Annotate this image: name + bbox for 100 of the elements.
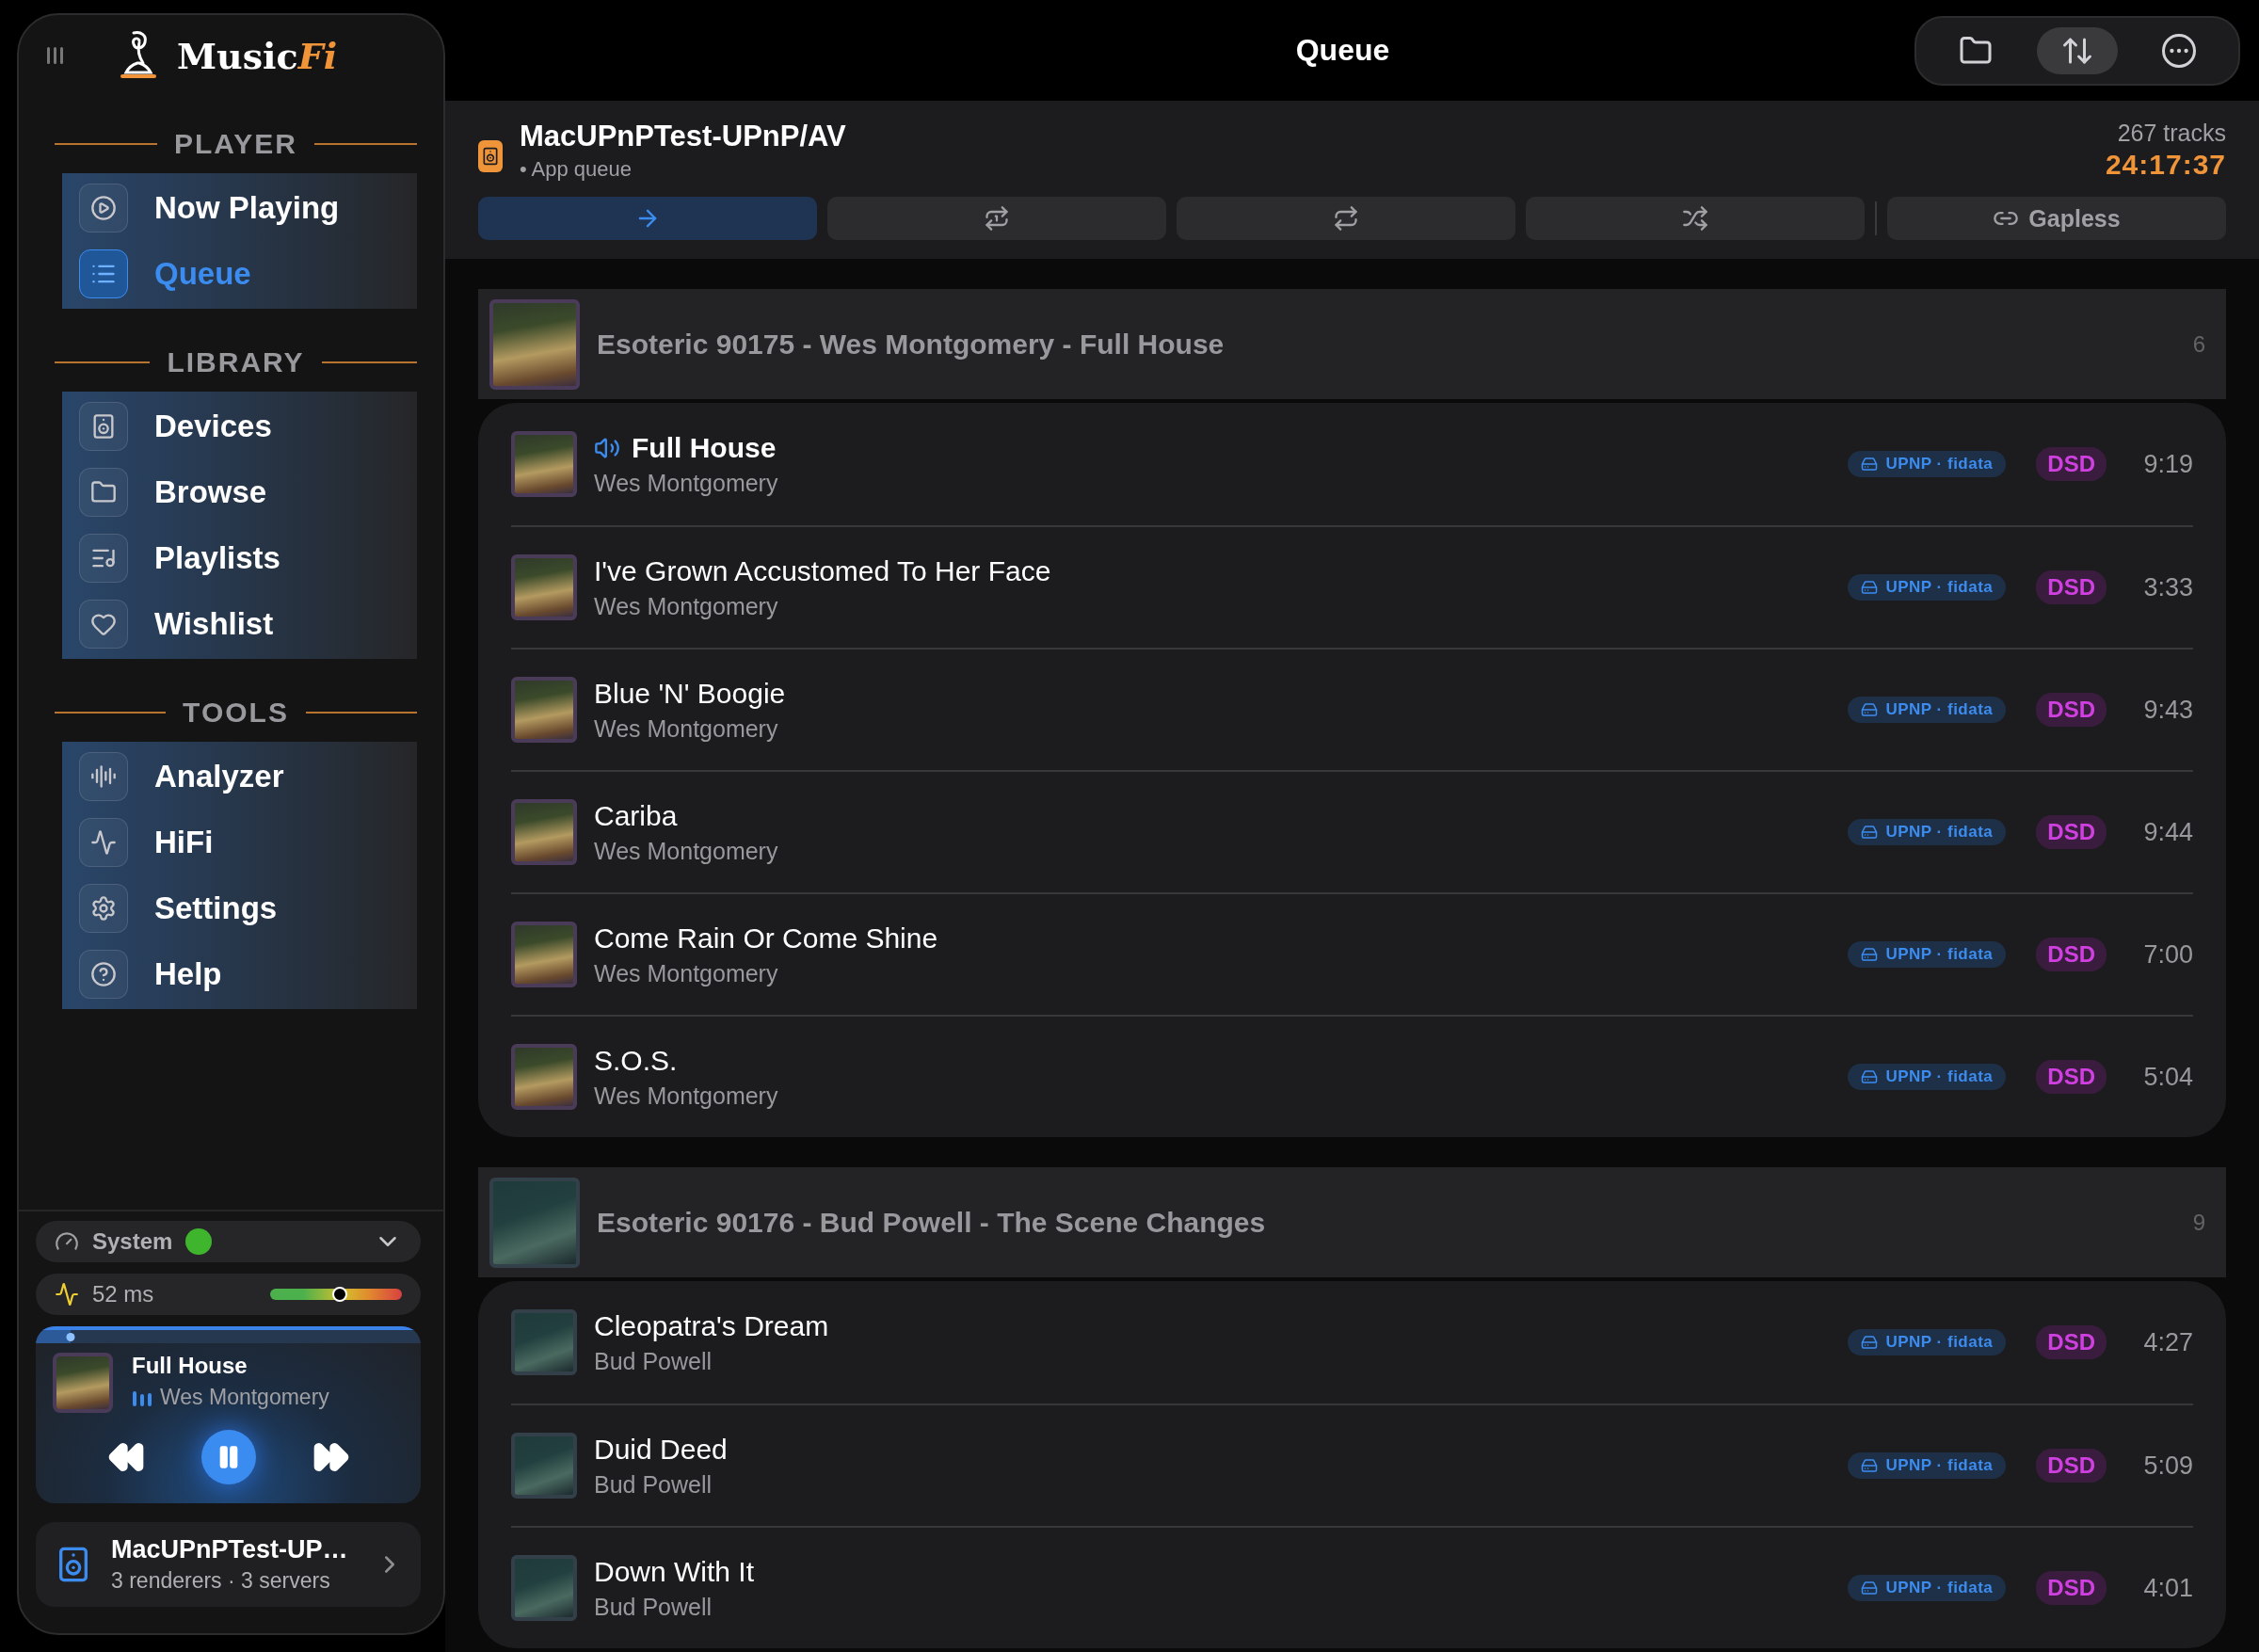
track-title: Cariba <box>594 799 678 832</box>
nav-item-icon <box>79 184 128 233</box>
album-title: Esoteric 90175 - Wes Montgomery - Full House <box>597 328 1225 361</box>
repeat-icon <box>1333 205 1359 232</box>
renderer-name: MacUPnPTest-UPnP/AV <box>520 120 846 153</box>
album-track-count: 6 <box>2192 330 2205 358</box>
nav-item[interactable]: HiFi <box>62 810 417 875</box>
nav-item[interactable]: Settings <box>62 875 417 941</box>
track-artist: Wes Montgomery <box>594 469 779 497</box>
track-artist: Wes Montgomery <box>594 837 779 865</box>
track-artist: Wes Montgomery <box>594 592 779 620</box>
source-tag: UPNP · fidata <box>1848 697 2007 723</box>
drive-icon <box>1861 1334 1879 1351</box>
pause-button[interactable] <box>200 1430 256 1484</box>
album-art-placeholder <box>511 1555 577 1621</box>
drive-icon <box>1861 701 1879 718</box>
source-tag: UPNP · fidata <box>1848 941 2007 968</box>
nav-item-icon <box>79 402 128 451</box>
device-card[interactable]: MacUPnPTest-UP… 3 renderers · 3 servers <box>36 1522 421 1607</box>
nav-item-icon <box>79 752 128 801</box>
nav-item-icon <box>79 468 128 517</box>
track-artist: Wes Montgomery <box>594 959 779 987</box>
drive-icon <box>1861 579 1879 596</box>
drive-icon <box>1861 1068 1879 1085</box>
track-duration: 5:04 <box>2142 1062 2193 1092</box>
track-title: Cleopatra's Dream <box>594 1309 829 1342</box>
nav-item-icon <box>79 249 128 298</box>
source-tag: UPNP · fidata <box>1848 819 2007 845</box>
format-tag: DSD <box>2036 570 2107 604</box>
track-title: S.O.S. <box>594 1044 678 1077</box>
format-tag: DSD <box>2036 815 2107 849</box>
now-playing-title: Full House <box>132 1353 248 1379</box>
output-selector[interactable]: System <box>36 1221 421 1262</box>
album-art-placeholder <box>53 1353 113 1413</box>
album-art-placeholder <box>511 1044 577 1110</box>
track-duration: 3:33 <box>2142 572 2193 602</box>
nav-item-icon <box>79 600 128 649</box>
track-duration: 7:00 <box>2142 939 2193 970</box>
album-art-placeholder <box>511 922 577 987</box>
album-art-placeholder <box>511 677 577 743</box>
drive-icon <box>1861 1580 1879 1596</box>
album-art-placeholder <box>511 431 577 497</box>
nav-item[interactable]: Now Playing <box>62 175 417 241</box>
section-heading: PLAYER <box>174 128 297 160</box>
track-title: Come Rain Or Come Shine <box>594 922 938 954</box>
repeat-one-icon <box>984 205 1010 232</box>
album-art-placeholder <box>511 1309 577 1375</box>
format-tag: DSD <box>2036 1449 2107 1483</box>
nav-item[interactable]: Wishlist <box>62 591 417 657</box>
shuffle-icon <box>1682 205 1708 232</box>
track-duration: 9:43 <box>2142 695 2193 725</box>
total-duration: 24:17:37 <box>2105 149 2226 181</box>
latency-reading: 52 ms <box>92 1281 154 1307</box>
source-tag: UPNP · fidata <box>1848 451 2007 477</box>
track-artist: Wes Montgomery <box>594 1082 779 1110</box>
sort-button[interactable] <box>2037 26 2118 74</box>
album-group-header[interactable]: Esoteric 90175 - Wes Montgomery - Full House 6 <box>478 289 2226 399</box>
track-count: 267 tracks <box>2116 120 2226 147</box>
format-tag: DSD <box>2036 1325 2107 1359</box>
track-title: Duid Deed <box>594 1433 728 1466</box>
source-tag: UPNP · fidata <box>1848 1575 2007 1601</box>
nav-item[interactable]: Analyzer <box>62 744 417 810</box>
grip-icon[interactable] <box>45 45 64 66</box>
format-tag: DSD <box>2036 1571 2107 1605</box>
gapless-button[interactable]: Gapless <box>1887 197 2226 240</box>
nav-item-icon <box>79 950 128 999</box>
progress-thumb[interactable] <box>66 1333 75 1341</box>
track-duration: 5:09 <box>2142 1451 2193 1481</box>
track-artist: Bud Powell <box>594 1593 713 1621</box>
format-tag: DSD <box>2036 693 2107 727</box>
format-tag: DSD <box>2036 447 2107 481</box>
drive-icon <box>1861 456 1879 473</box>
nav-item[interactable]: Devices <box>62 393 417 459</box>
now-playing-artist: Wes Montgomery <box>160 1385 329 1410</box>
track-title: I've Grown Accustomed To Her Face <box>594 554 1051 587</box>
track-title: Down With It <box>594 1555 755 1588</box>
drive-icon <box>1861 946 1879 963</box>
album-track-count: 9 <box>2192 1209 2205 1236</box>
section-heading: TOOLS <box>183 697 289 729</box>
nav-item[interactable]: Help <box>62 941 417 1007</box>
format-tag: DSD <box>2036 938 2107 971</box>
device-name: MacUPnPTest-UP… <box>111 1535 349 1564</box>
album-art-placeholder <box>511 799 577 865</box>
source-tag: UPNP · fidata <box>1848 1064 2007 1090</box>
track-duration: 4:01 <box>2142 1573 2193 1603</box>
app-logo-text: MusicFi <box>177 34 338 77</box>
nav-item[interactable]: Browse <box>62 459 417 525</box>
nav-item-icon <box>79 534 128 583</box>
source-tag: UPNP · fidata <box>1848 1452 2007 1479</box>
nav-item-icon <box>79 818 128 867</box>
track-title: Full House <box>632 431 777 464</box>
album-art-placeholder <box>511 1433 577 1499</box>
album-group-header[interactable]: Esoteric 90176 - Bud Powell - The Scene Changes 9 <box>478 1167 2226 1277</box>
album-art-placeholder <box>511 554 577 620</box>
nav-item-icon <box>79 884 128 933</box>
level-bars-icon <box>132 1388 152 1406</box>
source-tag: UPNP · fidata <box>1848 574 2007 601</box>
nav-item[interactable]: Playlists <box>62 525 417 591</box>
track-title: Blue 'N' Boogie <box>594 677 786 710</box>
track-duration: 4:27 <box>2142 1327 2193 1357</box>
